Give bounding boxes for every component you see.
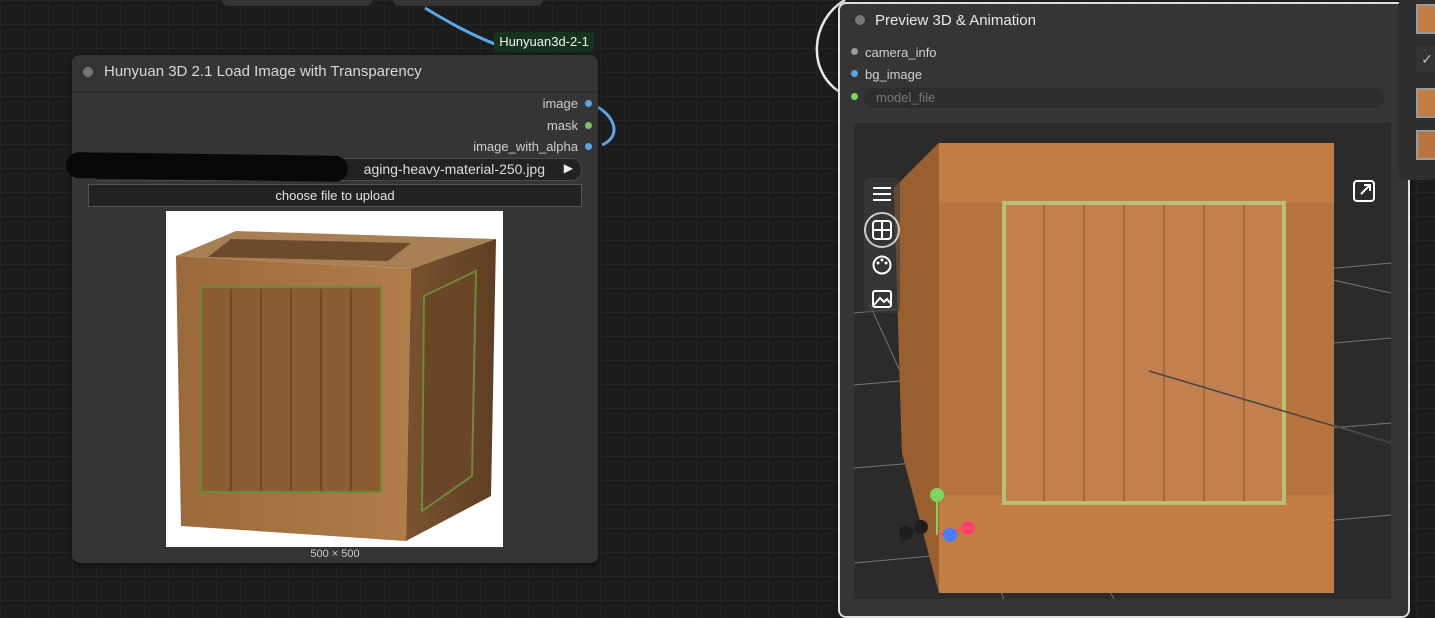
thumbnail-1[interactable] [1416,4,1435,34]
grid-icon[interactable] [864,212,900,248]
input-slot-bg-image[interactable] [851,70,858,77]
image-icon[interactable] [866,283,898,315]
load-image-node[interactable]: Hunyuan 3D 2.1 Load Image with Transpare… [65,55,598,563]
model-file-placeholder: model_file [876,90,936,105]
input-label-camera-info: camera_info [865,45,937,60]
output-label-image: image [542,96,578,111]
upload-button[interactable]: choose file to upload [88,184,582,207]
wire-to-reroute [424,6,506,50]
output-slot-mask[interactable] [585,122,592,129]
reroute-label[interactable]: Hunyuan3d-2-1 [494,32,594,52]
image-size-label: 500 × 500 [310,548,360,560]
output-label-mask: mask [546,118,578,133]
collapsed-node-a[interactable] [222,0,372,6]
preview-3d-node[interactable]: Preview 3D & Animation camera_info bg_im… [838,2,1410,618]
file-combo-value: aging-heavy-material-250.jpg [363,161,545,177]
output-slot-image[interactable] [585,100,592,107]
expand-icon[interactable] [1348,175,1380,207]
node-collapse-dot[interactable] [855,15,865,25]
combo-arrow-icon[interactable]: ▶ [564,161,573,175]
redaction-mark [65,152,349,182]
viewport-3d[interactable] [854,123,1391,599]
output-label-image-with-alpha: image_with_alpha [473,139,578,154]
output-slot-image-with-alpha[interactable] [585,143,592,150]
palette-icon[interactable] [866,249,898,281]
thumbnail-2[interactable] [1416,88,1435,118]
node-collapse-dot[interactable] [83,67,93,77]
node-title: Preview 3D & Animation [875,12,1036,29]
node-title: Hunyuan 3D 2.1 Load Image with Transpare… [104,63,422,80]
collapsed-node-b[interactable] [393,0,543,6]
input-slot-model-file[interactable] [851,93,858,100]
thumbnail-3[interactable] [1416,130,1435,160]
upload-button-label: choose file to upload [275,188,395,203]
menu-icon[interactable] [866,178,898,210]
model-file-input[interactable]: model_file [864,88,1384,108]
input-slot-camera-info[interactable] [851,48,858,55]
checkmark-icon[interactable]: ✓ [1416,46,1435,72]
image-preview [166,211,503,547]
input-label-bg-image: bg_image [865,67,923,82]
